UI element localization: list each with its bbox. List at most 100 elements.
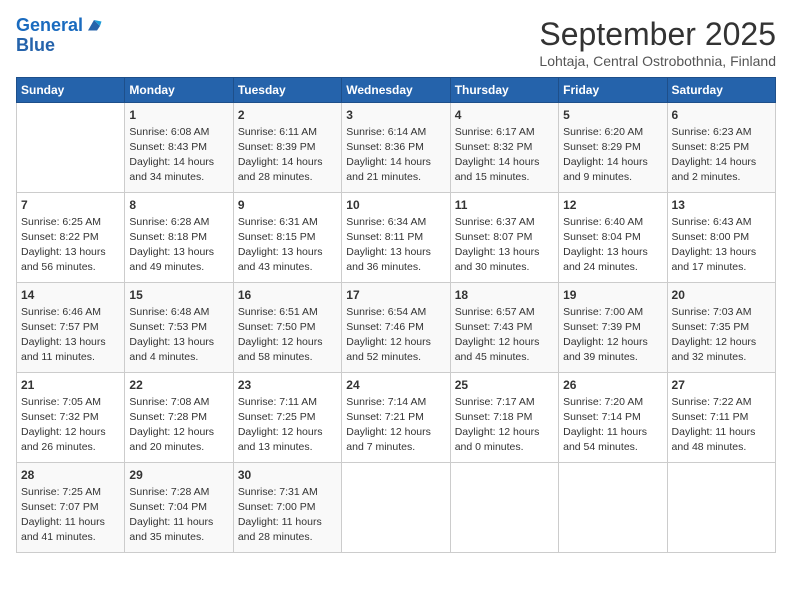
day-number: 26 xyxy=(563,377,662,393)
day-number: 30 xyxy=(238,467,337,483)
column-header-wednesday: Wednesday xyxy=(342,78,450,103)
day-number: 9 xyxy=(238,197,337,213)
column-header-saturday: Saturday xyxy=(667,78,775,103)
day-number: 25 xyxy=(455,377,554,393)
calendar-cell: 25 Sunrise: 7:17 AM Sunset: 7:18 PM Dayli… xyxy=(450,373,558,463)
calendar-cell: 24 Sunrise: 7:14 AM Sunset: 7:21 PM Dayli… xyxy=(342,373,450,463)
calendar-cell xyxy=(450,463,558,553)
calendar-cell: 30Sunrise: 7:31 AM Sunset: 7:00 PM Dayli… xyxy=(233,463,341,553)
day-number: 21 xyxy=(21,377,120,393)
day-info: Sunrise: 6:57 AM Sunset: 7:43 PM Dayligh… xyxy=(455,306,540,363)
calendar-cell: 2Sunrise: 6:11 AM Sunset: 8:39 PM Daylig… xyxy=(233,103,341,193)
day-info: Sunrise: 7:25 AM Sunset: 7:07 PM Dayligh… xyxy=(21,486,105,543)
day-number: 23 xyxy=(238,377,337,393)
day-info: Sunrise: 7:08 AM Sunset: 7:28 PM Dayligh… xyxy=(129,396,214,453)
day-number: 28 xyxy=(21,467,120,483)
calendar-week-1: 1Sunrise: 6:08 AM Sunset: 8:43 PM Daylig… xyxy=(17,103,776,193)
month-title: September 2025 xyxy=(539,16,776,53)
day-info: Sunrise: 6:11 AM Sunset: 8:39 PM Dayligh… xyxy=(238,126,323,183)
day-number: 11 xyxy=(455,197,554,213)
day-info: Sunrise: 6:46 AM Sunset: 7:57 PM Dayligh… xyxy=(21,306,106,363)
calendar-cell: 29Sunrise: 7:28 AM Sunset: 7:04 PM Dayli… xyxy=(125,463,233,553)
day-number: 16 xyxy=(238,287,337,303)
day-number: 24 xyxy=(346,377,445,393)
calendar-cell: 3 Sunrise: 6:14 AM Sunset: 8:36 PM Daylig… xyxy=(342,103,450,193)
logo-line1: General xyxy=(16,15,83,35)
calendar-cell: 13 Sunrise: 6:43 AM Sunset: 8:00 PM Dayli… xyxy=(667,193,775,283)
day-number: 18 xyxy=(455,287,554,303)
calendar-week-4: 21 Sunrise: 7:05 AM Sunset: 7:32 PM Dayli… xyxy=(17,373,776,463)
day-number: 17 xyxy=(346,287,445,303)
calendar-cell: 27 Sunrise: 7:22 AM Sunset: 7:11 PM Dayli… xyxy=(667,373,775,463)
logo-icon xyxy=(85,17,103,35)
day-info: Sunrise: 7:14 AM Sunset: 7:21 PM Dayligh… xyxy=(346,396,431,453)
calendar-cell: 18 Sunrise: 6:57 AM Sunset: 7:43 PM Dayli… xyxy=(450,283,558,373)
calendar-cell xyxy=(559,463,667,553)
day-number: 20 xyxy=(672,287,771,303)
calendar-cell: 10Sunrise: 6:34 AM Sunset: 8:11 PM Dayli… xyxy=(342,193,450,283)
calendar-cell xyxy=(17,103,125,193)
calendar-cell: 28 Sunrise: 7:25 AM Sunset: 7:07 PM Dayli… xyxy=(17,463,125,553)
day-info: Sunrise: 6:51 AM Sunset: 7:50 PM Dayligh… xyxy=(238,306,323,363)
column-header-tuesday: Tuesday xyxy=(233,78,341,103)
day-info: Sunrise: 6:17 AM Sunset: 8:32 PM Dayligh… xyxy=(455,126,540,183)
day-info: Sunrise: 6:43 AM Sunset: 8:00 PM Dayligh… xyxy=(672,216,757,273)
calendar-cell: 9 Sunrise: 6:31 AM Sunset: 8:15 PM Daylig… xyxy=(233,193,341,283)
day-number: 3 xyxy=(346,107,445,123)
day-number: 15 xyxy=(129,287,228,303)
day-number: 4 xyxy=(455,107,554,123)
day-info: Sunrise: 7:00 AM Sunset: 7:39 PM Dayligh… xyxy=(563,306,648,363)
day-info: Sunrise: 6:54 AM Sunset: 7:46 PM Dayligh… xyxy=(346,306,431,363)
calendar-cell: 23Sunrise: 7:11 AM Sunset: 7:25 PM Dayli… xyxy=(233,373,341,463)
logo: General Blue xyxy=(16,16,103,56)
day-info: Sunrise: 7:28 AM Sunset: 7:04 PM Dayligh… xyxy=(129,486,213,543)
calendar-cell: 12 Sunrise: 6:40 AM Sunset: 8:04 PM Dayli… xyxy=(559,193,667,283)
day-number: 6 xyxy=(672,107,771,123)
calendar-cell: 8 Sunrise: 6:28 AM Sunset: 8:18 PM Daylig… xyxy=(125,193,233,283)
column-header-monday: Monday xyxy=(125,78,233,103)
calendar-cell: 14 Sunrise: 6:46 AM Sunset: 7:57 PM Dayli… xyxy=(17,283,125,373)
calendar-week-3: 14 Sunrise: 6:46 AM Sunset: 7:57 PM Dayli… xyxy=(17,283,776,373)
day-info: Sunrise: 6:14 AM Sunset: 8:36 PM Dayligh… xyxy=(346,126,431,183)
column-header-thursday: Thursday xyxy=(450,78,558,103)
calendar-cell: 1Sunrise: 6:08 AM Sunset: 8:43 PM Daylig… xyxy=(125,103,233,193)
day-info: Sunrise: 6:48 AM Sunset: 7:53 PM Dayligh… xyxy=(129,306,214,363)
day-number: 12 xyxy=(563,197,662,213)
day-number: 27 xyxy=(672,377,771,393)
calendar-table: SundayMondayTuesdayWednesdayThursdayFrid… xyxy=(16,77,776,553)
calendar-cell: 19Sunrise: 7:00 AM Sunset: 7:39 PM Dayli… xyxy=(559,283,667,373)
day-info: Sunrise: 6:37 AM Sunset: 8:07 PM Dayligh… xyxy=(455,216,540,273)
day-info: Sunrise: 6:31 AM Sunset: 8:15 PM Dayligh… xyxy=(238,216,323,273)
day-number: 8 xyxy=(129,197,228,213)
calendar-week-5: 28 Sunrise: 7:25 AM Sunset: 7:07 PM Dayli… xyxy=(17,463,776,553)
day-number: 14 xyxy=(21,287,120,303)
calendar-cell: 6Sunrise: 6:23 AM Sunset: 8:25 PM Daylig… xyxy=(667,103,775,193)
logo-line2: Blue xyxy=(16,36,103,56)
day-info: Sunrise: 7:20 AM Sunset: 7:14 PM Dayligh… xyxy=(563,396,647,453)
calendar-cell: 11 Sunrise: 6:37 AM Sunset: 8:07 PM Dayli… xyxy=(450,193,558,283)
day-number: 22 xyxy=(129,377,228,393)
day-info: Sunrise: 7:17 AM Sunset: 7:18 PM Dayligh… xyxy=(455,396,540,453)
calendar-cell: 17 Sunrise: 6:54 AM Sunset: 7:46 PM Dayli… xyxy=(342,283,450,373)
column-header-friday: Friday xyxy=(559,78,667,103)
calendar-cell: 26 Sunrise: 7:20 AM Sunset: 7:14 PM Dayli… xyxy=(559,373,667,463)
day-info: Sunrise: 6:28 AM Sunset: 8:18 PM Dayligh… xyxy=(129,216,214,273)
day-number: 7 xyxy=(21,197,120,213)
day-info: Sunrise: 6:40 AM Sunset: 8:04 PM Dayligh… xyxy=(563,216,648,273)
title-block: September 2025 Lohtaja, Central Ostrobot… xyxy=(539,16,776,69)
calendar-cell: 16 Sunrise: 6:51 AM Sunset: 7:50 PM Dayli… xyxy=(233,283,341,373)
page-header: General Blue September 2025 Lohtaja, Cen… xyxy=(16,16,776,69)
day-info: Sunrise: 7:22 AM Sunset: 7:11 PM Dayligh… xyxy=(672,396,756,453)
day-number: 13 xyxy=(672,197,771,213)
day-info: Sunrise: 7:03 AM Sunset: 7:35 PM Dayligh… xyxy=(672,306,757,363)
day-number: 1 xyxy=(129,107,228,123)
day-info: Sunrise: 6:20 AM Sunset: 8:29 PM Dayligh… xyxy=(563,126,648,183)
day-info: Sunrise: 6:25 AM Sunset: 8:22 PM Dayligh… xyxy=(21,216,106,273)
location: Lohtaja, Central Ostrobothnia, Finland xyxy=(539,53,776,69)
calendar-cell xyxy=(667,463,775,553)
day-info: Sunrise: 6:34 AM Sunset: 8:11 PM Dayligh… xyxy=(346,216,431,273)
calendar-cell xyxy=(342,463,450,553)
calendar-week-2: 7 Sunrise: 6:25 AM Sunset: 8:22 PM Daylig… xyxy=(17,193,776,283)
day-info: Sunrise: 7:05 AM Sunset: 7:32 PM Dayligh… xyxy=(21,396,106,453)
calendar-cell: 15 Sunrise: 6:48 AM Sunset: 7:53 PM Dayli… xyxy=(125,283,233,373)
